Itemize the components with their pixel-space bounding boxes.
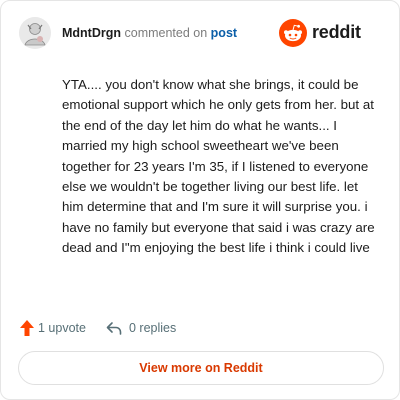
view-more-on-reddit-button[interactable]: View more on Reddit <box>18 351 384 385</box>
author-username[interactable]: MdntDrgn <box>62 26 121 40</box>
comment-header: MdntDrgn commented on post reddit <box>19 17 385 51</box>
post-link[interactable]: post <box>211 26 237 40</box>
commented-on-text: commented on <box>124 26 208 40</box>
reddit-wordmark: reddit <box>312 22 361 42</box>
reddit-snoo-icon <box>279 19 307 47</box>
reply-count: 0 replies <box>129 321 177 335</box>
reply-button[interactable]: 0 replies <box>105 318 195 338</box>
upvote-button[interactable]: 1 upvote <box>19 318 89 338</box>
user-avatar[interactable] <box>19 17 51 49</box>
upvote-arrow-icon <box>20 320 34 336</box>
upvote-count: 1 upvote <box>38 321 86 335</box>
reddit-brand[interactable]: reddit <box>279 19 385 47</box>
comment-body: YTA.... you don't know what she brings, … <box>62 77 375 256</box>
embedded-comment-card: MdntDrgn commented on post reddit YTA...… <box>0 0 400 400</box>
reply-icon <box>106 322 122 335</box>
comment-meta: MdntDrgn commented on post <box>62 26 237 40</box>
